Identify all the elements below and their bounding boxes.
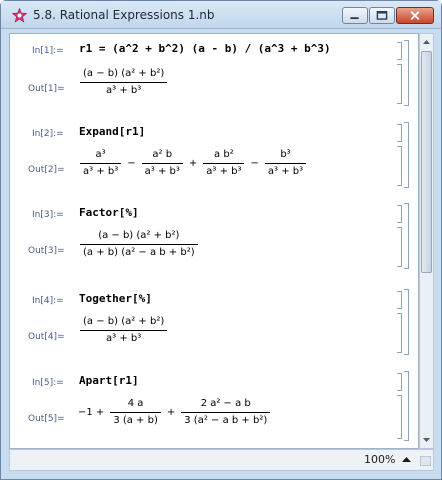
- notebook-window: 5.8. Rational Expressions 1.nb In[1]:= r…: [0, 0, 442, 480]
- cell-bracket-in-1[interactable]: [397, 42, 402, 60]
- operator: −: [250, 158, 259, 169]
- output-cell-5[interactable]: −1 + 4 a 3 (a + b) +2 a² − a b 3 (a² − a b +…: [78, 396, 272, 429]
- input-cell-2[interactable]: Expand[r1]: [79, 125, 145, 138]
- output-cell-1[interactable]: (a − b) (a² + b²) a³ + b³: [78, 66, 169, 99]
- minimize-button[interactable]: [342, 7, 368, 24]
- status-bar: 100%: [9, 449, 434, 471]
- denominator: a³ + b³: [144, 166, 180, 177]
- cell-bracket-out-3[interactable]: [397, 227, 402, 267]
- denominator: a³ + b³: [106, 85, 142, 96]
- output-cell-4[interactable]: (a − b) (a² + b²) a³ + b³: [78, 314, 169, 347]
- mathematica-icon: [12, 8, 27, 23]
- in-label-3: In[3]:=: [32, 210, 64, 220]
- zoom-dropdown-icon[interactable]: [402, 456, 411, 463]
- scroll-up-arrow-icon[interactable]: [421, 35, 432, 49]
- resize-grip-icon[interactable]: [420, 456, 431, 466]
- numerator: b³: [280, 149, 291, 160]
- maximize-button[interactable]: [369, 7, 395, 24]
- in-label-5: In[5]:=: [32, 378, 64, 388]
- denominator: a³ + b³: [83, 166, 119, 177]
- out-label-1: Out[1]=: [28, 84, 65, 94]
- operator: +: [188, 158, 198, 169]
- denominator: a³ + b³: [206, 166, 242, 177]
- input-cell-1[interactable]: r1 = (a^2 + b^2) (a - b) / (a^3 + b^3): [79, 42, 331, 55]
- cell-bracket-in-2[interactable]: [397, 124, 402, 142]
- denominator: 3 (a + b): [113, 415, 158, 426]
- output-cell-3[interactable]: (a − b) (a² + b²) (a + b) (a² − a b + b²…: [78, 228, 200, 261]
- cell-group-bracket-1[interactable]: [404, 40, 409, 106]
- input-cell-5[interactable]: Apart[r1]: [79, 374, 139, 387]
- denominator: a³ + b³: [106, 333, 142, 344]
- cell-group-bracket-2[interactable]: [404, 122, 409, 188]
- close-button[interactable]: [396, 7, 434, 24]
- out-label-2: Out[2]=: [28, 165, 65, 175]
- zoom-level[interactable]: 100%: [364, 453, 395, 466]
- input-cell-4[interactable]: Together[%]: [79, 292, 152, 305]
- cell-group-bracket-5[interactable]: [404, 371, 409, 441]
- leading-term: −1 +: [78, 407, 105, 418]
- denominator: 3 (a² − a b + b²): [184, 415, 268, 426]
- cell-group-bracket-4[interactable]: [404, 289, 409, 355]
- window-title: 5.8. Rational Expressions 1.nb: [33, 8, 215, 22]
- numerator: (a − b) (a² + b²): [98, 230, 180, 241]
- denominator: a³ + b³: [267, 166, 304, 177]
- title-bar[interactable]: 5.8. Rational Expressions 1.nb: [1, 1, 441, 29]
- fraction: (a − b) (a² + b²) a³ + b³: [80, 66, 168, 99]
- operator: −: [127, 158, 136, 169]
- numerator: (a − b) (a² + b²): [83, 316, 165, 327]
- out-label-4: Out[4]=: [28, 332, 65, 342]
- close-icon: [410, 11, 420, 21]
- denominator: (a + b) (a² − a b + b²): [83, 247, 195, 258]
- numerator: 2 a² − a b: [200, 398, 251, 409]
- cell-bracket-in-3[interactable]: [397, 205, 402, 223]
- scroll-down-arrow-icon[interactable]: [421, 433, 432, 447]
- operator: +: [166, 407, 176, 418]
- scrollbar-thumb[interactable]: [421, 51, 432, 273]
- cell-bracket-out-1[interactable]: [397, 64, 402, 104]
- numerator: (a − b) (a² + b²): [83, 68, 165, 79]
- out-label-5: Out[5]=: [28, 414, 65, 424]
- numerator: a² b: [152, 149, 173, 160]
- numerator: a³: [95, 149, 106, 160]
- in-label-1: In[1]:=: [32, 46, 64, 56]
- cell-bracket-in-5[interactable]: [397, 373, 402, 391]
- cell-bracket-out-2[interactable]: [397, 146, 402, 186]
- in-label-2: In[2]:=: [32, 129, 64, 139]
- cell-bracket-out-5[interactable]: [397, 395, 402, 439]
- numerator: a b²: [214, 149, 234, 160]
- cell-group-bracket-3[interactable]: [404, 203, 409, 269]
- maximize-icon: [376, 11, 388, 20]
- numerator: 4 a: [127, 398, 144, 409]
- vertical-scrollbar[interactable]: [419, 33, 434, 449]
- in-label-4: In[4]:=: [32, 296, 64, 306]
- cell-bracket-in-4[interactable]: [397, 291, 402, 309]
- output-cell-2[interactable]: a³ a³ + b³ − a² b a³ + b³ + a b² a³ + b³ − b³ a³ +…: [78, 147, 308, 180]
- input-cell-3[interactable]: Factor[%]: [79, 206, 139, 219]
- notebook-content[interactable]: In[1]:= r1 = (a^2 + b^2) (a - b) / (a^3 …: [9, 33, 419, 449]
- minimize-icon: [350, 17, 359, 20]
- cell-bracket-out-4[interactable]: [397, 313, 402, 353]
- out-label-3: Out[3]=: [28, 246, 65, 256]
